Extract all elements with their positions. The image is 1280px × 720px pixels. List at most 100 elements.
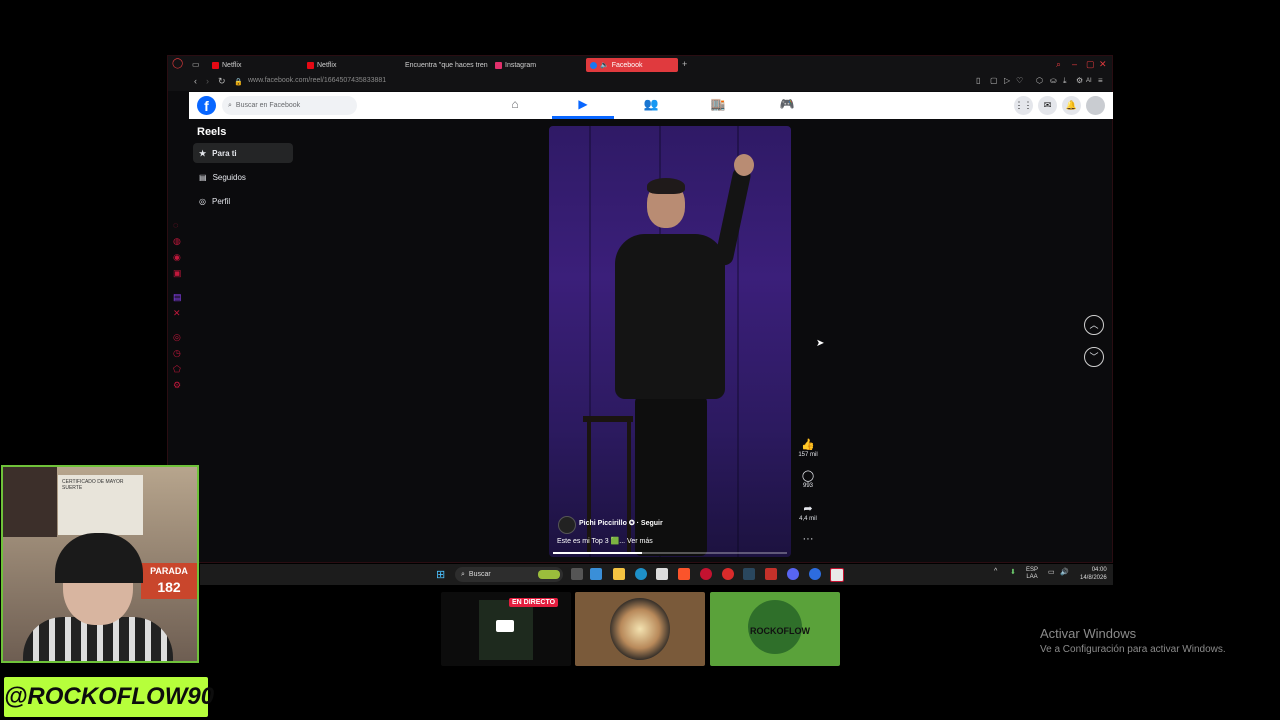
share-count: 4,4 mil bbox=[799, 516, 817, 522]
reels-menu-perfil[interactable]: ◎ Perfil bbox=[193, 191, 293, 211]
more-options-button[interactable]: ··· bbox=[793, 533, 823, 545]
crypto-icon[interactable]: ◍ bbox=[173, 236, 181, 247]
performer-legs bbox=[635, 396, 707, 556]
reels-menu-seguidos[interactable]: ▤ Seguidos bbox=[193, 167, 293, 187]
discord-icon[interactable] bbox=[787, 568, 799, 580]
author-name[interactable]: Pichi Piccirillo bbox=[579, 520, 627, 527]
stream-preview-thumbnail[interactable]: EN DIRECTO bbox=[441, 592, 571, 666]
browser-window: ◯ ▭ Netflix Netflix Encuentra "que haces… bbox=[167, 55, 1113, 563]
video-progress-bar[interactable] bbox=[553, 552, 787, 554]
edge-icon[interactable] bbox=[635, 568, 647, 580]
facebook-logo-icon[interactable]: f bbox=[197, 96, 216, 115]
profile-avatar[interactable] bbox=[1086, 96, 1105, 115]
instagram-side-icon[interactable]: ▣ bbox=[173, 268, 182, 279]
messenger-button-icon[interactable]: ✉ bbox=[1038, 96, 1057, 115]
performer-arm bbox=[713, 165, 753, 267]
aria-icon[interactable]: ◌ bbox=[173, 220, 178, 230]
heart-icon[interactable]: ♡ bbox=[1016, 76, 1023, 85]
reel-caption[interactable]: Este es mi Top 3 🟩... Ver más bbox=[557, 537, 653, 545]
tab-tiktok[interactable]: Encuentra "que haces tren bbox=[398, 58, 488, 72]
player-icon[interactable]: ◎ bbox=[173, 332, 181, 343]
app-blue-icon[interactable] bbox=[809, 568, 821, 580]
tab-netflix-1[interactable]: Netflix bbox=[208, 58, 298, 72]
comment-action[interactable]: ◯ 993 bbox=[793, 469, 823, 489]
file-explorer-icon[interactable] bbox=[613, 568, 625, 580]
author-avatar[interactable] bbox=[558, 516, 576, 534]
extensions-side-icon[interactable]: ⬠ bbox=[173, 364, 181, 375]
easy-setup-icon[interactable]: ⚙ bbox=[1076, 76, 1083, 85]
reel-video[interactable]: Pichi Piccirillo ✪ · Seguir Este es mi T… bbox=[549, 126, 791, 557]
nav-reels-icon[interactable]: ▶ bbox=[568, 97, 598, 111]
previous-reel-button[interactable]: ︿ bbox=[1084, 315, 1104, 335]
nav-friends-icon[interactable]: 👥 bbox=[636, 97, 666, 111]
sun-artwork bbox=[610, 598, 670, 660]
follow-button[interactable]: Seguir bbox=[641, 520, 663, 527]
like-action[interactable]: 👍 157 mil bbox=[793, 438, 823, 458]
app-red-square-icon[interactable] bbox=[765, 568, 777, 580]
search-tabs-icon[interactable]: ⌕ bbox=[1056, 59, 1061, 70]
brave-icon[interactable] bbox=[678, 568, 690, 580]
art-thumbnail[interactable] bbox=[575, 592, 705, 666]
opera-taskbar-icon[interactable] bbox=[700, 568, 712, 580]
next-reel-button[interactable]: ﹀ bbox=[1084, 347, 1104, 367]
language-indicator[interactable]: ESP LAA bbox=[1026, 567, 1038, 581]
steam-icon[interactable] bbox=[743, 568, 755, 580]
wallet-icon[interactable]: ⛀ bbox=[1050, 76, 1057, 85]
tray-app-icon[interactable]: ⬇ bbox=[1010, 568, 1016, 576]
nav-marketplace-icon[interactable]: 🏬 bbox=[703, 97, 733, 111]
performer-hair bbox=[647, 178, 685, 194]
download-icon[interactable]: ⤓ bbox=[1063, 76, 1067, 86]
app-red-icon[interactable] bbox=[722, 568, 734, 580]
volume-icon[interactable]: 🔊 bbox=[1060, 568, 1069, 576]
history-icon[interactable]: ◷ bbox=[173, 348, 181, 359]
new-tab-button[interactable]: + bbox=[682, 59, 687, 69]
twitch-icon[interactable]: ▤ bbox=[173, 292, 182, 303]
ai-button[interactable]: AI bbox=[1086, 78, 1092, 84]
forward-icon[interactable]: › bbox=[206, 76, 209, 86]
share-action[interactable]: ➦ 4,4 mil bbox=[793, 502, 823, 522]
extensions-icon[interactable]: ⬡ bbox=[1036, 76, 1043, 85]
tab-netflix-2[interactable]: Netflix bbox=[303, 58, 393, 72]
reels-menu-para-ti[interactable]: ★ Para ti bbox=[193, 143, 293, 163]
lock-icon: 🔒 bbox=[234, 79, 243, 86]
settings-icon[interactable]: ⚙ bbox=[173, 380, 181, 391]
store-icon[interactable] bbox=[656, 568, 668, 580]
taskbar-clock[interactable]: 04:00 14/8/2026 bbox=[1080, 566, 1107, 582]
notifications-bell-icon[interactable]: 🔔 bbox=[1062, 96, 1081, 115]
opera-logo-icon[interactable]: ◯ bbox=[172, 58, 183, 69]
screen-share-icon bbox=[496, 620, 514, 632]
tab-instagram[interactable]: Instagram bbox=[491, 58, 581, 72]
x-icon[interactable]: ✕ bbox=[173, 308, 181, 319]
menu-icon[interactable]: ≡ bbox=[1098, 76, 1103, 85]
search-icon: ⌕ bbox=[228, 101, 232, 109]
tray-expand-icon[interactable]: ^ bbox=[994, 568, 997, 575]
facebook-search-input[interactable]: ⌕ Buscar en Facebook bbox=[222, 96, 357, 115]
obs-doc-icon[interactable] bbox=[830, 568, 844, 582]
reload-icon[interactable]: ↻ bbox=[218, 76, 226, 87]
snapshot-icon[interactable]: ▢ bbox=[990, 76, 998, 85]
menu-grid-icon[interactable]: ⋮⋮ bbox=[1014, 96, 1033, 115]
widgets-icon[interactable] bbox=[590, 568, 602, 580]
tab-list-icon[interactable]: ▭ bbox=[192, 60, 200, 69]
bookmark-icon[interactable]: ▯ bbox=[976, 76, 980, 85]
stool-leg bbox=[627, 422, 631, 552]
network-icon[interactable]: ▭ bbox=[1048, 568, 1055, 576]
messenger-icon[interactable]: ◉ bbox=[173, 252, 181, 263]
play-icon[interactable]: ▷ bbox=[1004, 76, 1010, 85]
share-icon: ➦ bbox=[803, 503, 813, 515]
nav-home-icon[interactable]: ⌂ bbox=[500, 97, 530, 111]
tab-facebook[interactable]: 🔈 Facebook bbox=[586, 58, 678, 72]
windows-start-icon[interactable]: ⊞ bbox=[436, 568, 445, 581]
close-button[interactable]: ✕ bbox=[1099, 59, 1107, 70]
back-icon[interactable]: ‹ bbox=[194, 76, 197, 86]
maximize-button[interactable]: ▢ bbox=[1086, 59, 1095, 70]
nav-gaming-icon[interactable]: 🎮 bbox=[772, 97, 802, 111]
headphones-icon bbox=[55, 533, 143, 583]
minimize-button[interactable]: – bbox=[1072, 59, 1077, 69]
taskbar-search[interactable]: ⌕ Buscar bbox=[455, 567, 563, 582]
url-field[interactable]: www.facebook.com/reel/1664507435833881 bbox=[248, 77, 386, 84]
channel-logo-thumbnail[interactable]: ROCKOFLOW bbox=[710, 592, 840, 666]
task-view-icon[interactable] bbox=[571, 568, 583, 580]
channel-tag: @ROCKOFLOW90 bbox=[4, 677, 214, 717]
performer-body bbox=[615, 234, 725, 399]
